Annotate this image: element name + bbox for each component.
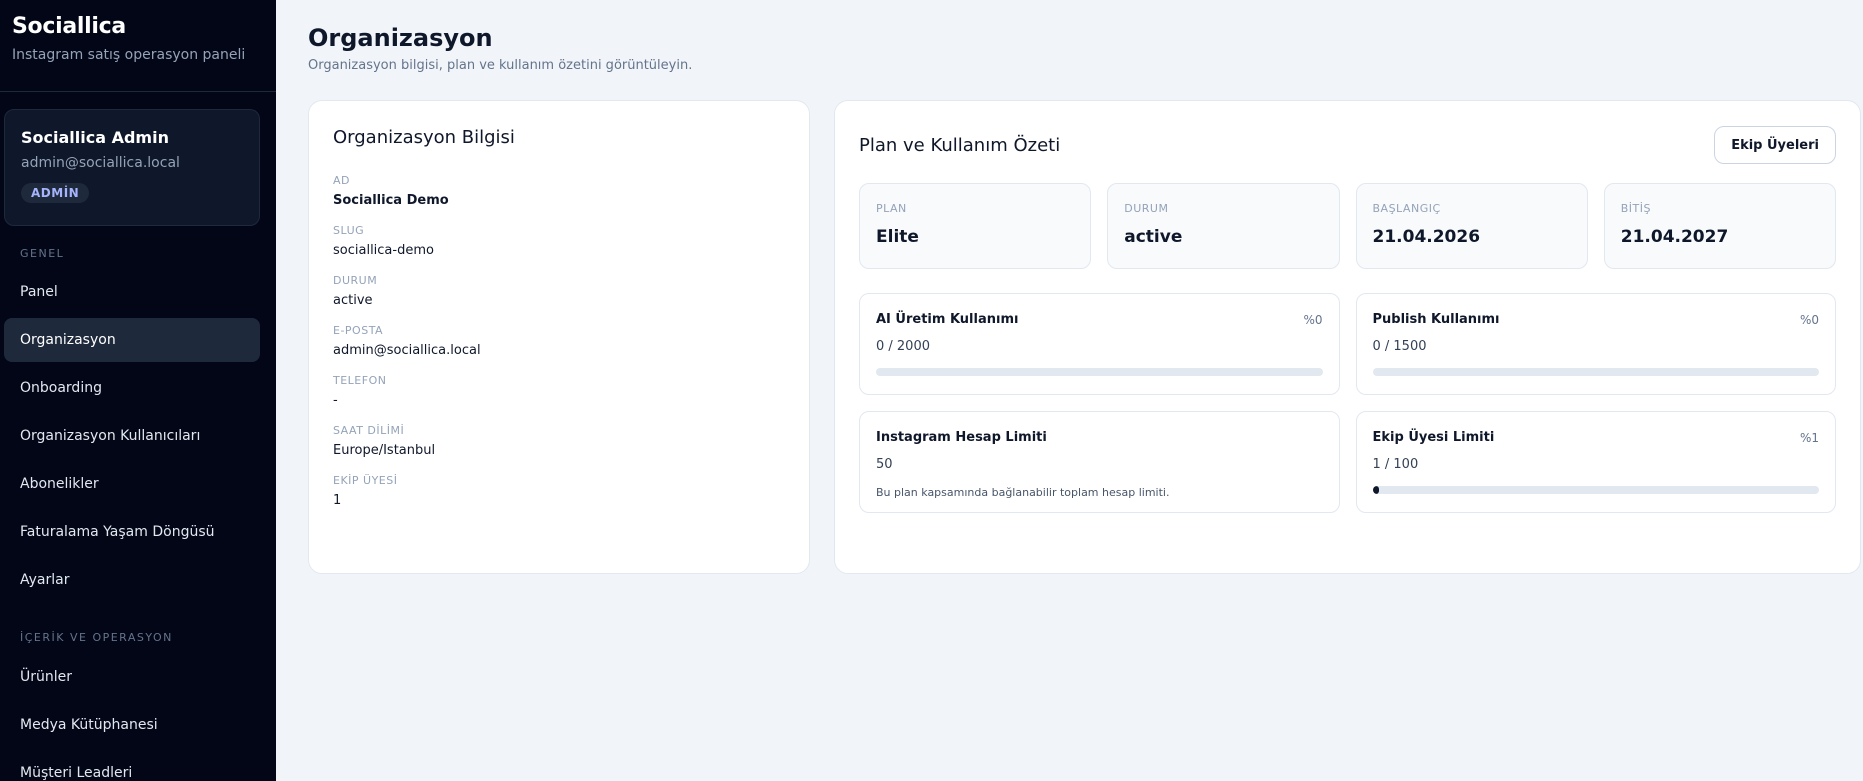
- brand-subtitle: Instagram satış operasyon paneli: [12, 47, 246, 63]
- usage-percent: %0: [1799, 312, 1819, 327]
- sidebar-item-organizasyon[interactable]: Organizasyon: [4, 318, 260, 362]
- sidebar-item-products[interactable]: Ürünler: [4, 655, 260, 699]
- main-content: Organizasyon Organizasyon bilgisi, plan …: [276, 0, 1863, 781]
- usage-head: AI Üretim Kullanımı %0: [876, 312, 1323, 327]
- page-subtitle: Organizasyon bilgisi, plan ve kullanım ö…: [308, 58, 693, 73]
- usage-grid: AI Üretim Kullanımı %0 0 / 2000 Publish …: [859, 293, 1836, 513]
- sidebar-item-onboarding[interactable]: Onboarding: [4, 366, 260, 410]
- usage-head: Instagram Hesap Limiti: [876, 430, 1323, 445]
- field-label: TELEFON: [333, 374, 387, 387]
- brand-title: Sociallica: [12, 14, 126, 39]
- usage-title: Instagram Hesap Limiti: [876, 430, 1047, 445]
- sidebar-item-org-users[interactable]: Organizasyon Kullanıcıları: [4, 414, 260, 458]
- usage-value: 50: [876, 457, 893, 472]
- usage-ai: AI Üretim Kullanımı %0 0 / 2000: [859, 293, 1340, 395]
- nav-section-content: İÇERİK VE OPERASYON: [20, 631, 173, 644]
- usage-title: Ekip Üyesi Limiti: [1372, 430, 1495, 445]
- role-badge: ADMİN: [21, 183, 90, 203]
- org-info-card: Organizasyon Bilgisi AD Sociallica Demo …: [308, 100, 810, 574]
- usage-note: Bu plan kapsamında bağlanabilir toplam h…: [876, 486, 1170, 499]
- plan-usage-card: Plan ve Kullanım Özeti Ekip Üyeleri PLAN…: [834, 100, 1861, 574]
- usage-value: 0 / 1500: [1372, 339, 1427, 354]
- stat-end: BİTİŞ 21.04.2027: [1603, 183, 1836, 269]
- usage-team-limit: Ekip Üyesi Limiti %1 1 / 100: [1355, 411, 1836, 513]
- stat-start: BAŞLANGIÇ 21.04.2026: [1355, 183, 1588, 269]
- field-label: SAAT DİLİMİ: [333, 424, 405, 437]
- stat-value: active: [1124, 227, 1183, 247]
- field-value: 1: [333, 493, 342, 508]
- nav-section-genel: GENEL: [20, 247, 65, 260]
- field-label: EKİP ÜYESİ: [333, 474, 398, 487]
- field-phone: TELEFON -: [333, 374, 785, 408]
- field-value: -: [333, 393, 338, 408]
- field-status: DURUM active: [333, 274, 785, 308]
- user-card: Sociallica Admin admin@sociallica.local …: [4, 109, 260, 226]
- stat-status: DURUM active: [1107, 183, 1340, 269]
- usage-head: Ekip Üyesi Limiti %1: [1373, 430, 1820, 445]
- field-label: AD: [333, 174, 350, 187]
- usage-value: 1 / 100: [1372, 457, 1419, 472]
- stat-label: DURUM: [1124, 202, 1169, 215]
- team-members-button[interactable]: Ekip Üyeleri: [1714, 126, 1836, 164]
- usage-title: Publish Kullanımı: [1372, 312, 1500, 327]
- plan-header: Plan ve Kullanım Özeti Ekip Üyeleri: [859, 125, 1836, 165]
- field-value: active: [333, 293, 373, 308]
- sidebar: Sociallica Instagram satış operasyon pan…: [0, 0, 276, 781]
- field-timezone: SAAT DİLİMİ Europe/Istanbul: [333, 424, 785, 458]
- stat-plan: PLAN Elite: [859, 183, 1092, 269]
- usage-percent: %0: [1303, 312, 1323, 327]
- org-info-title: Organizasyon Bilgisi: [333, 127, 515, 148]
- usage-progress-fill: [1372, 486, 1379, 494]
- plan-stats: PLAN Elite DURUM active BAŞLANGIÇ 21.04.…: [859, 183, 1836, 269]
- sidebar-item-panel[interactable]: Panel: [4, 270, 260, 314]
- usage-title: AI Üretim Kullanımı: [876, 312, 1019, 327]
- stat-label: BAŞLANGIÇ: [1372, 202, 1441, 215]
- sidebar-item-leads[interactable]: Müşteri Leadleri: [4, 751, 260, 781]
- usage-progress-bar: [876, 368, 1323, 376]
- user-email: admin@sociallica.local: [21, 155, 180, 171]
- usage-value: 0 / 2000: [876, 339, 930, 354]
- field-label: E-POSTA: [333, 324, 384, 337]
- stat-label: BİTİŞ: [1620, 202, 1651, 215]
- field-slug: SLUG sociallica-demo: [333, 224, 785, 258]
- field-label: DURUM: [333, 274, 378, 287]
- user-name: Sociallica Admin: [21, 128, 169, 147]
- usage-progress-bar: [1372, 486, 1819, 494]
- field-value: admin@sociallica.local: [333, 343, 481, 358]
- stat-value: 21.04.2027: [1620, 227, 1729, 247]
- usage-progress-bar: [1372, 368, 1819, 376]
- usage-percent: %1: [1799, 430, 1819, 445]
- stat-value: Elite: [876, 227, 919, 247]
- field-name: AD Sociallica Demo: [333, 174, 785, 208]
- page-title: Organizasyon: [308, 24, 493, 52]
- stat-label: PLAN: [876, 202, 907, 215]
- sidebar-item-billing[interactable]: Faturalama Yaşam Döngüsü: [4, 510, 260, 554]
- brand: Sociallica Instagram satış operasyon pan…: [0, 0, 276, 92]
- field-value: Europe/Istanbul: [333, 443, 436, 458]
- stat-value: 21.04.2026: [1372, 227, 1481, 247]
- usage-head: Publish Kullanımı %0: [1373, 312, 1820, 327]
- sidebar-item-settings[interactable]: Ayarlar: [4, 558, 260, 602]
- usage-instagram-limit: Instagram Hesap Limiti 50 Bu plan kapsam…: [859, 411, 1340, 513]
- field-value: Sociallica Demo: [333, 193, 449, 208]
- field-value: sociallica-demo: [333, 243, 434, 258]
- field-email: E-POSTA admin@sociallica.local: [333, 324, 785, 358]
- sidebar-item-media-library[interactable]: Medya Kütüphanesi: [4, 703, 260, 747]
- usage-publish: Publish Kullanımı %0 0 / 1500: [1355, 293, 1836, 395]
- plan-title: Plan ve Kullanım Özeti: [859, 134, 1061, 156]
- field-team-members: EKİP ÜYESİ 1: [333, 474, 785, 508]
- field-label: SLUG: [333, 224, 365, 237]
- sidebar-item-subscriptions[interactable]: Abonelikler: [4, 462, 260, 506]
